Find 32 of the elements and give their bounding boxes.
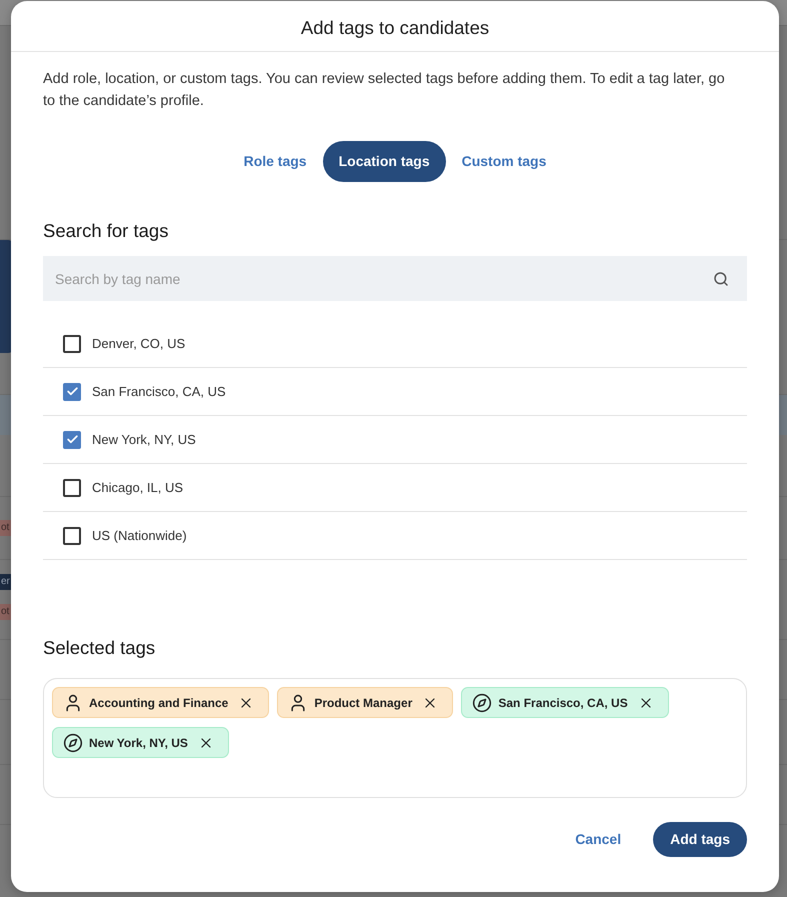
add-tags-button[interactable]: Add tags (653, 822, 747, 857)
status-badge: ot (0, 520, 12, 536)
tag-label: Product Manager (314, 694, 412, 712)
option-label[interactable]: New York, NY, US (92, 430, 196, 450)
checkbox[interactable] (63, 334, 81, 352)
status-badge: er (0, 574, 12, 590)
tab[interactable]: Custom tags (446, 141, 562, 182)
option-label[interactable]: Chicago, IL, US (92, 478, 184, 498)
check-icon (66, 433, 78, 446)
tab[interactable]: Location tags (322, 141, 446, 182)
checkbox[interactable] (63, 526, 81, 544)
search-icon (713, 270, 729, 286)
checkbox[interactable] (63, 382, 81, 400)
check-icon (66, 385, 78, 398)
option-label[interactable]: Denver, CO, US (92, 334, 186, 354)
compass-icon (472, 692, 492, 712)
checkbox[interactable] (63, 430, 81, 448)
option-label[interactable]: San Francisco, CA, US (92, 382, 226, 402)
section-heading: Search for tags (43, 219, 168, 243)
dialog-description: Add role, location, or custom tags. You can review selected tags before adding them. To edit a tag later, go to the candidate’s profile. (43, 70, 726, 111)
tag-label: San Francisco, CA, US (498, 694, 628, 712)
search-field[interactable]: Search by tag name (43, 256, 747, 301)
tag-label: New York, NY, US (89, 734, 188, 752)
dialog-title: Add tags to candidates (300, 16, 490, 40)
checkbox[interactable] (63, 478, 81, 496)
option-label[interactable]: US (Nationwide) (92, 526, 187, 546)
compass-icon (63, 732, 83, 752)
status-badge: ot (0, 604, 12, 620)
tag-label: Accounting and Finance (89, 694, 228, 712)
tab[interactable]: Role tags (228, 141, 323, 182)
section-heading: Selected tags (43, 636, 156, 660)
cancel-button[interactable]: Cancel (559, 822, 638, 857)
